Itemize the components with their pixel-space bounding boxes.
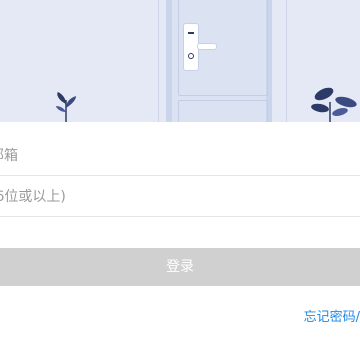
- wall-line: [286, 0, 287, 122]
- password-input[interactable]: [0, 177, 350, 216]
- plant-icon: [311, 87, 357, 122]
- door-lock-icon: [184, 24, 198, 70]
- login-form: 登录 忘记密码/: [0, 122, 360, 360]
- login-button[interactable]: 登录: [0, 248, 360, 286]
- email-field: [0, 136, 360, 176]
- door-panel: [178, 100, 268, 122]
- lock-keyhole: [189, 54, 193, 58]
- plant-icon: [56, 92, 76, 122]
- hero-illustration: [0, 0, 360, 122]
- password-field: [0, 177, 360, 217]
- door-handle: [198, 44, 216, 49]
- forgot-password-link[interactable]: 忘记密码/: [304, 306, 360, 325]
- door: [166, 0, 272, 122]
- email-input[interactable]: [0, 136, 350, 175]
- wall-line: [158, 0, 159, 122]
- lock-slot: [188, 32, 194, 34]
